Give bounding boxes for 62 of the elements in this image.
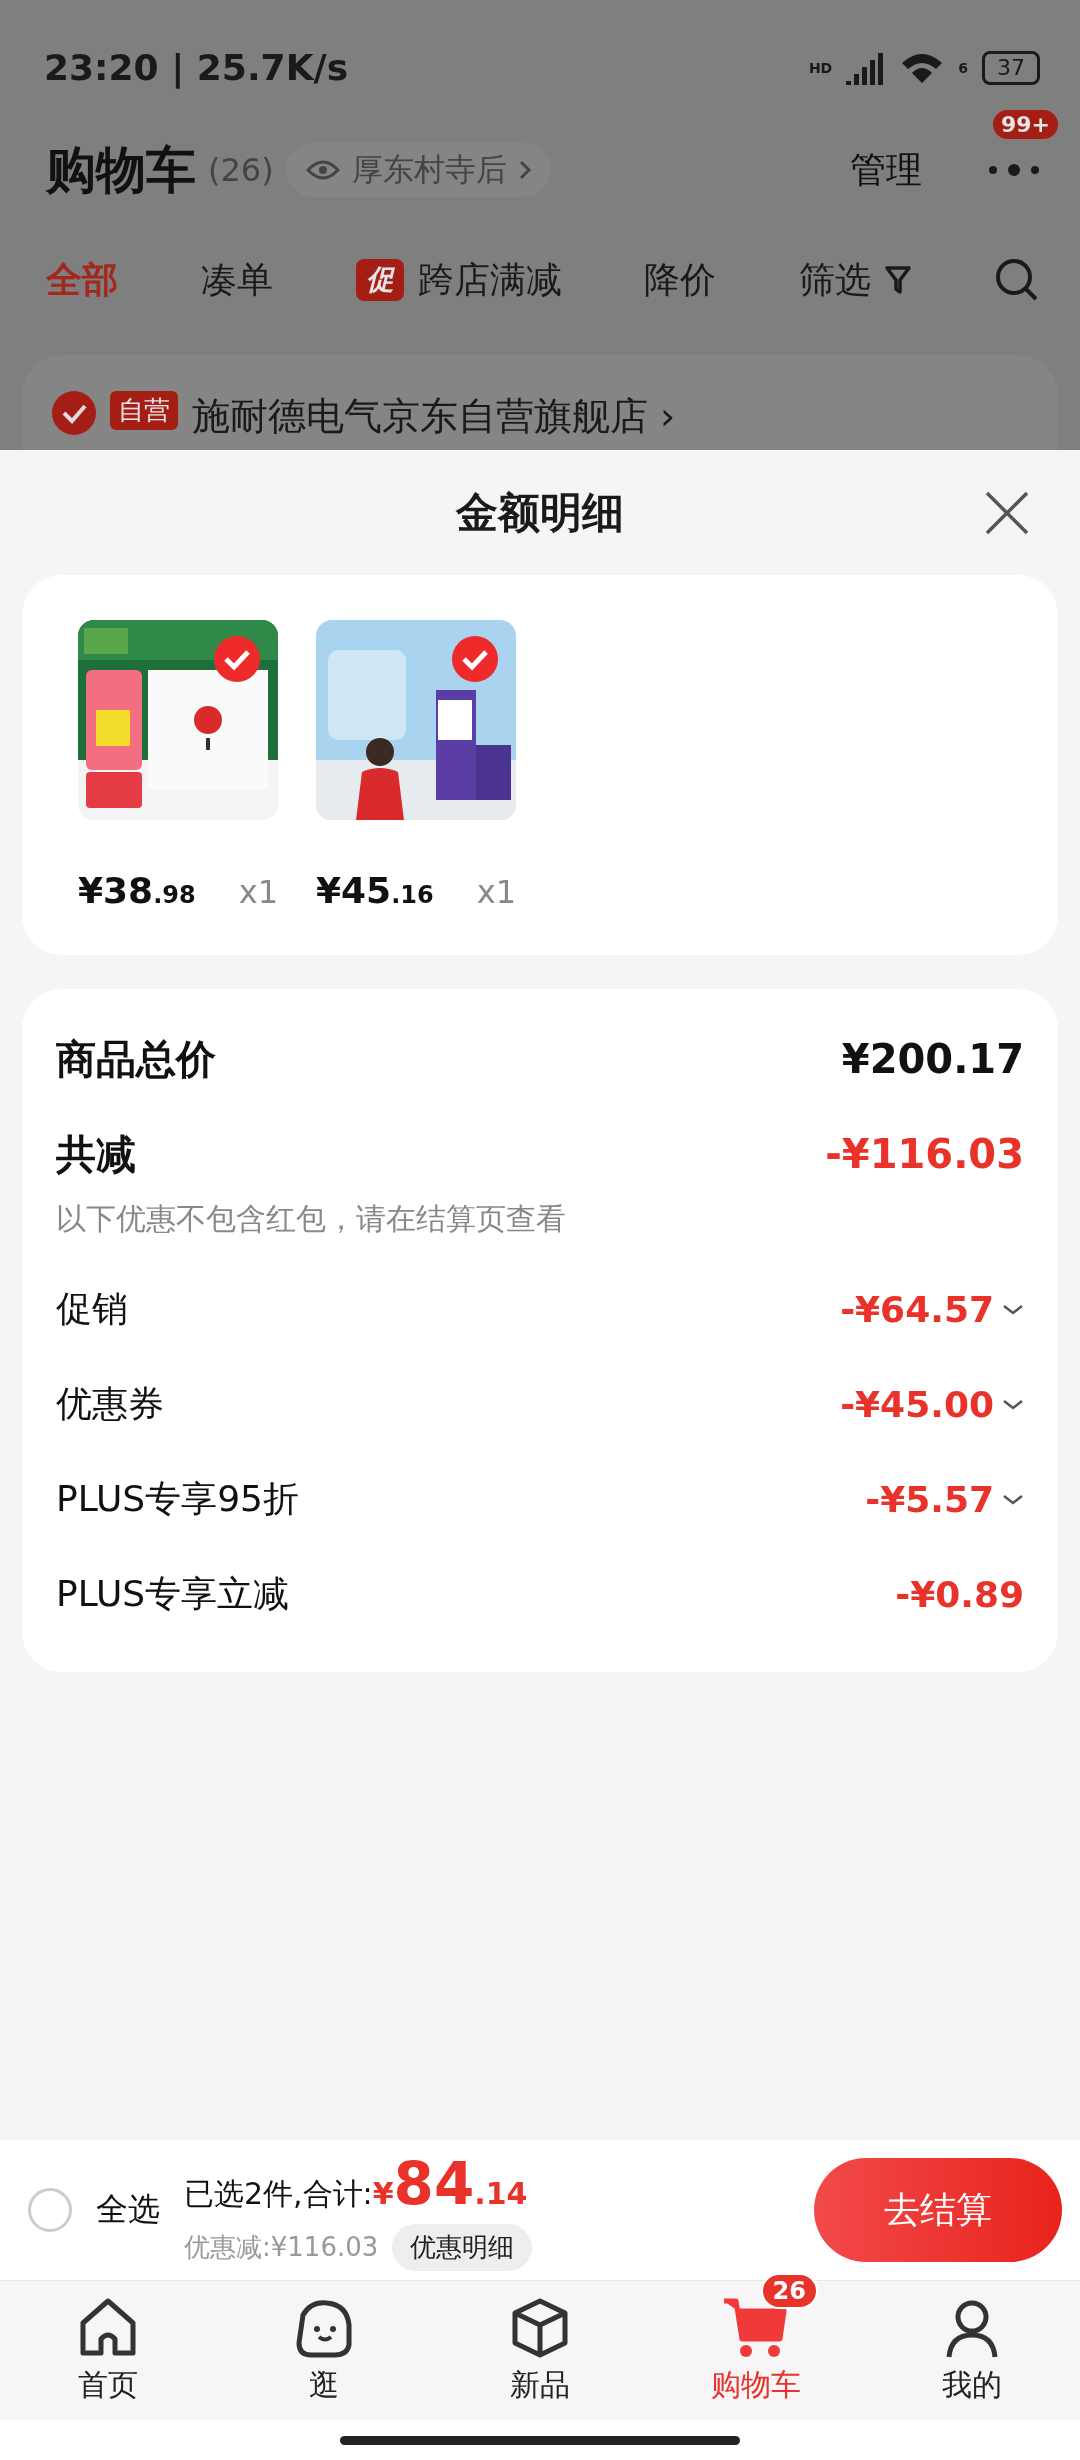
- total-value: ¥200.17: [841, 1036, 1024, 1082]
- filter-icon: [885, 265, 912, 295]
- more-icon[interactable]: [987, 164, 1041, 176]
- sheet-title: 金额明细: [456, 486, 624, 539]
- total-label: 商品总价: [56, 1034, 216, 1084]
- promo-tag: 促: [355, 259, 404, 301]
- eye-icon: [305, 158, 340, 182]
- discount-item-label: 促销: [56, 1287, 128, 1331]
- selected-total: 已选2件,合计:¥84.14: [184, 2149, 529, 2218]
- tab-label: 跨店满减: [417, 257, 562, 302]
- nav-item[interactable]: 我的: [902, 2273, 1042, 2406]
- chevron-down-icon[interactable]: [1002, 1493, 1024, 1506]
- item-price: ¥45.16: [316, 870, 434, 911]
- home-indicator[interactable]: [340, 2435, 740, 2445]
- page-title: 购物车: [46, 139, 196, 201]
- check-icon[interactable]: [452, 636, 498, 682]
- discount-item-label: 优惠券: [56, 1382, 164, 1426]
- discount-item-label: PLUS专享95折: [56, 1477, 299, 1521]
- discount-value: -¥116.03: [825, 1131, 1024, 1177]
- status-time: 23:20 | 25.7K/s: [44, 47, 349, 88]
- check-icon: [52, 391, 96, 435]
- filter-tab[interactable]: 促 跨店满减: [355, 255, 562, 305]
- chevron-down-icon[interactable]: [1002, 1303, 1024, 1316]
- message-badge: 99+: [992, 110, 1058, 139]
- check-icon[interactable]: [214, 636, 260, 682]
- store-name: 施耐德电气京东自营旗舰店 ›: [192, 393, 676, 440]
- nav-item[interactable]: 购物车 26: [686, 2273, 826, 2406]
- close-icon[interactable]: [984, 490, 1030, 536]
- cart-badge: 26: [760, 2273, 818, 2309]
- item-quantity: x1: [238, 873, 278, 911]
- battery-icon: 37: [982, 50, 1040, 85]
- select-all-label: 全选: [96, 2189, 160, 2230]
- discount-item-value: -¥64.57: [840, 1289, 994, 1330]
- location-chip[interactable]: 厚东村寺后: [285, 143, 551, 197]
- chevron-down-icon[interactable]: [1002, 1398, 1024, 1411]
- tab-label: 筛选: [799, 257, 872, 302]
- discount-note: 以下优惠不包含红包，请在结算页查看: [56, 1200, 567, 1238]
- nav-item[interactable]: 新品: [470, 2273, 610, 2406]
- search-icon[interactable]: [994, 257, 1040, 303]
- wifi-generation: 6: [958, 59, 968, 76]
- item-price: ¥38.98: [78, 870, 196, 911]
- checkout-button[interactable]: 去结算: [814, 2158, 1062, 2262]
- savings-text: 优惠减:¥116.03: [184, 2230, 379, 2264]
- discount-item-value: -¥0.89: [895, 1574, 1024, 1615]
- network-label: HD: [808, 59, 833, 76]
- chevron-icon: [518, 160, 531, 180]
- select-all-radio[interactable]: [28, 2188, 72, 2232]
- filter-tab[interactable]: 降价: [644, 255, 717, 305]
- store-tag: 自营: [110, 391, 178, 430]
- discount-detail-button[interactable]: 优惠明细: [392, 2223, 533, 2271]
- discount-item-label: PLUS专享立减: [56, 1572, 290, 1616]
- cart-count: (26): [208, 151, 274, 189]
- discount-label: 共减: [56, 1129, 136, 1179]
- nav-item[interactable]: 逛: [254, 2273, 394, 2406]
- nav-item[interactable]: 首页: [38, 2273, 178, 2406]
- filter-tab[interactable]: 筛选: [799, 255, 912, 305]
- location-text: 厚东村寺后: [351, 150, 507, 189]
- discount-item-value: -¥45.00: [840, 1384, 994, 1425]
- item-quantity: x1: [476, 873, 516, 911]
- filter-tab[interactable]: 凑单: [200, 255, 273, 305]
- discount-item-value: -¥5.57: [865, 1479, 994, 1520]
- manage-link[interactable]: 管理: [850, 145, 922, 195]
